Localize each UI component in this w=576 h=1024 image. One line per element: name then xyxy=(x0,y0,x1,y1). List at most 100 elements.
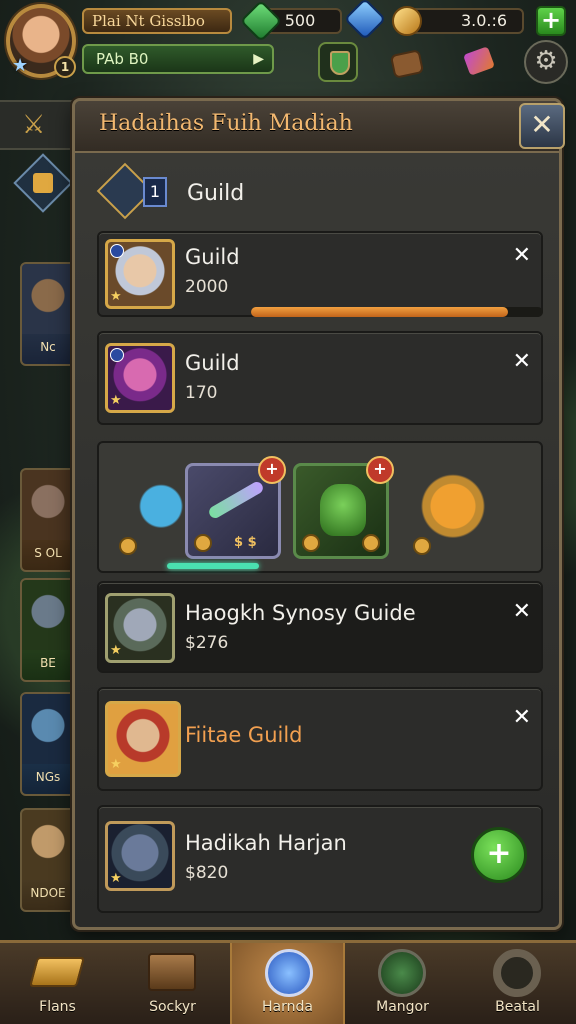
guild-list-item[interactable]: ★ Haogkh Synosy Guide $276 ✕ xyxy=(97,581,543,673)
guild-panel: Hadaihas Fuih Madiah ✕ 1 Guild ★ Guild 2… xyxy=(72,98,565,930)
guild-progress-bar xyxy=(251,307,543,317)
hero-portrait-icon: ★ xyxy=(105,343,175,413)
side-card-caption: S OL xyxy=(34,546,62,560)
crystal-weapon-icon[interactable]: + $ $ xyxy=(185,456,286,559)
blue-gem-icon xyxy=(343,0,387,41)
coin-icon xyxy=(302,534,320,552)
guild-item-title: Haogkh Synosy Guide xyxy=(185,601,416,625)
coin-icon xyxy=(413,537,431,555)
gold-shield-icon xyxy=(392,6,422,36)
nav-item-harnda[interactable]: Harnda xyxy=(230,943,345,1024)
guild-item-value: 2000 xyxy=(185,277,229,297)
hero-portrait-icon: ★ xyxy=(105,593,175,663)
coin-icon xyxy=(119,537,137,555)
ring-icon xyxy=(493,949,541,997)
chest-icon xyxy=(148,953,196,991)
top-bar: ★ 1 Plai Nt Gisslbo PAb B0 ▶ 500 3.0.:6 … xyxy=(0,0,576,92)
player-level: 1 xyxy=(54,56,76,78)
side-hero-card[interactable]: Nc xyxy=(20,262,76,366)
panel-title: Hadaihas Fuih Madiah xyxy=(99,111,353,136)
blue-emblem-icon xyxy=(265,949,313,997)
side-card-caption: Nc xyxy=(40,340,56,354)
panel-close-button[interactable]: ✕ xyxy=(519,103,565,149)
star-icon: ★ xyxy=(110,757,122,772)
item-price: $ $ xyxy=(234,535,257,550)
side-card-caption: NGs xyxy=(35,770,61,784)
nav-label: Sockyr xyxy=(149,999,196,1015)
star-icon: ★ xyxy=(110,393,122,408)
golden-amulet-icon[interactable] xyxy=(405,463,501,559)
xp-bar[interactable]: PAb B0 ▶ xyxy=(82,44,274,74)
nav-item-flans[interactable]: Flans xyxy=(0,943,115,1024)
hero-portrait-icon: ★ xyxy=(105,701,181,777)
remove-item-button[interactable]: ✕ xyxy=(513,599,531,624)
hero-portrait-icon xyxy=(22,810,74,880)
guild-progress-fill xyxy=(251,307,508,317)
nav-label: Beatal xyxy=(495,999,540,1015)
guild-item-title: Guild xyxy=(185,351,240,375)
upgrade-badge: + xyxy=(366,456,394,484)
selected-item-indicator xyxy=(167,563,259,569)
blue-gem-counter[interactable] xyxy=(343,0,388,41)
nav-item-beatal[interactable]: Beatal xyxy=(460,943,575,1024)
guild-list-item[interactable]: ★ Guild 170 ✕ xyxy=(97,331,543,425)
nav-label: Mangor xyxy=(376,999,429,1015)
add-guild-button[interactable]: + xyxy=(471,827,527,883)
side-hero-card[interactable]: NGs xyxy=(20,692,76,796)
add-currency-button[interactable]: + xyxy=(536,6,566,36)
side-hero-card[interactable]: NDOE xyxy=(20,808,76,912)
green-gem-icon xyxy=(239,0,283,43)
settings-gear-button[interactable]: ⚙ xyxy=(524,40,568,84)
nav-label: Harnda xyxy=(262,999,313,1015)
guild-list-item[interactable]: ★ Hadikah Harjan $820 + xyxy=(97,805,543,913)
pouch-icon[interactable] xyxy=(386,42,426,82)
gift-icon[interactable] xyxy=(460,42,500,82)
rank-dot-icon xyxy=(110,348,124,362)
guild-badge-number: 1 xyxy=(143,177,167,207)
upgrade-badge: + xyxy=(258,456,286,484)
side-card-caption: NDOE xyxy=(30,886,66,900)
remove-item-button[interactable]: ✕ xyxy=(513,243,531,268)
star-icon: ★ xyxy=(12,55,29,76)
nav-item-sockyr[interactable]: Sockyr xyxy=(115,943,230,1024)
shield-icon[interactable] xyxy=(318,42,358,82)
gold-value: 3.0.:6 xyxy=(460,11,508,30)
guild-header-label: Guild xyxy=(187,181,245,206)
green-gem-value: 500 xyxy=(284,11,316,30)
guild-list-item[interactable]: ★ Guild 2000 ✕ xyxy=(97,231,543,317)
guild-item-value: $820 xyxy=(185,863,229,883)
hero-portrait-icon: ★ xyxy=(105,821,175,891)
side-hero-card[interactable]: S OL xyxy=(20,468,76,572)
coin-icon xyxy=(362,534,380,552)
hero-portrait-icon xyxy=(22,580,74,650)
side-card-caption: BE xyxy=(40,656,56,670)
arrow-right-icon: ▶ xyxy=(253,51,264,67)
rank-dot-icon xyxy=(110,244,124,258)
panel-title-bar: Hadaihas Fuih Madiah ✕ xyxy=(75,101,565,153)
player-name: Plai Nt Gisslbo xyxy=(82,8,232,34)
coin-icon xyxy=(194,534,212,552)
golem-figure-icon xyxy=(320,484,366,536)
guild-item-value: $276 xyxy=(185,633,229,653)
guild-list-item[interactable]: ★ Fiitae Guild ✕ xyxy=(97,687,543,791)
side-hero-card[interactable]: BE xyxy=(20,578,76,682)
nav-item-mangor[interactable]: Mangor xyxy=(345,943,460,1024)
side-panel-header: ⚔ xyxy=(0,100,80,150)
guild-item-value: 170 xyxy=(185,383,218,403)
guild-item-title: Hadikah Harjan xyxy=(185,831,347,855)
green-gem-counter[interactable]: 500 xyxy=(239,0,342,43)
green-golem-icon[interactable]: + xyxy=(293,456,394,559)
hero-portrait-icon xyxy=(22,694,74,764)
remove-item-button[interactable]: ✕ xyxy=(513,349,531,374)
reward-items-row: + $ $ + xyxy=(97,441,543,573)
star-icon: ★ xyxy=(110,289,122,304)
bottom-nav: Flans Sockyr Harnda Mangor Beatal xyxy=(0,940,576,1024)
player-avatar[interactable]: ★ 1 xyxy=(6,4,76,78)
hero-portrait-icon: ★ xyxy=(105,239,175,309)
xp-label: PAb B0 xyxy=(96,50,149,68)
remove-item-button[interactable]: ✕ xyxy=(513,705,531,730)
globe-icon xyxy=(378,949,426,997)
gold-counter[interactable]: 3.0.:6 xyxy=(392,6,524,36)
crystal-blade-icon xyxy=(207,479,265,521)
guild-item-title: Fiitae Guild xyxy=(185,723,303,747)
